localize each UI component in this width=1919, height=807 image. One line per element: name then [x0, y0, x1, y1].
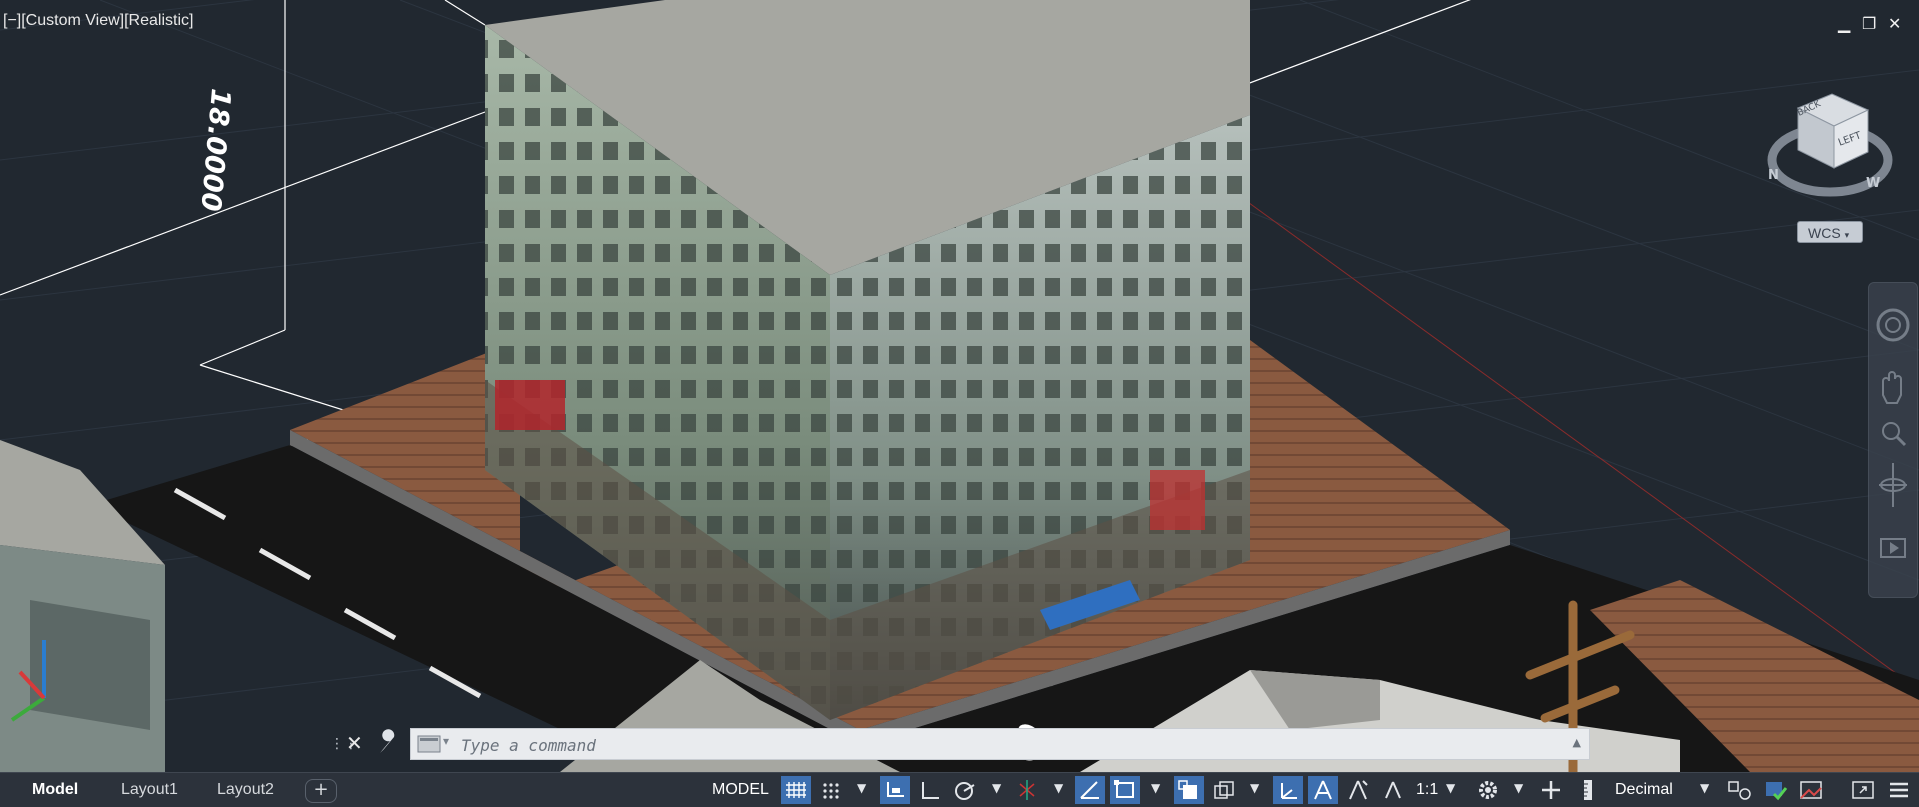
full-navigation-wheel-icon [1876, 308, 1910, 342]
object-snap-icon [1114, 780, 1134, 798]
chevron-up-icon[interactable]: ▲ [1573, 736, 1581, 749]
ruler-icon [1584, 780, 1592, 800]
annotation-scale-icon [1314, 780, 1332, 800]
infer-constraints-button[interactable] [880, 776, 910, 804]
wcs-label: WCS [1808, 225, 1841, 241]
grip-handle[interactable]: ⋮⋮ [330, 733, 358, 755]
chevron-down-icon[interactable]: ▼ [1514, 781, 1523, 795]
wrench-icon[interactable] [374, 729, 400, 757]
workspace-button[interactable] [1473, 776, 1503, 804]
command-line[interactable]: ⋮⋮ ✕ ▾ ▲ [326, 725, 1591, 763]
auto-scale-button[interactable] [1343, 776, 1373, 804]
clean-screen-button[interactable] [1848, 776, 1878, 804]
close-icon[interactable]: ✕ [1888, 14, 1901, 33]
plus-icon [1542, 781, 1560, 799]
annotation-visibility-button[interactable] [1308, 776, 1338, 804]
compass-w[interactable]: W [1866, 176, 1880, 191]
quick-properties-icon [1728, 781, 1751, 800]
angle-icon [1080, 781, 1099, 799]
fullscreen-icon [1852, 781, 1874, 799]
navigation-bar[interactable] [1868, 282, 1918, 598]
grid-icon [786, 782, 806, 798]
polar-tracking-icon [955, 782, 975, 800]
hamburger-icon [1890, 782, 1908, 798]
object-snap-button[interactable] [1110, 776, 1140, 804]
chevron-down-icon[interactable]: ▼ [1054, 781, 1063, 795]
transparency-button[interactable] [1209, 776, 1239, 804]
selection-cycling-button[interactable] [1273, 776, 1303, 804]
hardware-acceleration-icon [1800, 781, 1822, 799]
wcs-menu[interactable]: WCS ▾ [1797, 221, 1863, 243]
infer-constraints-icon [887, 782, 904, 797]
chevron-down-icon[interactable]: ▾ [443, 734, 449, 748]
snap-button[interactable] [816, 776, 846, 804]
minimize-icon[interactable]: ▁ [1838, 14, 1850, 33]
isolate-objects-icon [1766, 782, 1788, 801]
command-input[interactable] [459, 731, 1543, 759]
object-snap-tracking-button[interactable] [1075, 776, 1105, 804]
tab-model[interactable]: Model [22, 779, 88, 801]
chevron-down-icon[interactable]: ▼ [1700, 781, 1709, 795]
orbit-icon [1879, 463, 1907, 507]
quick-properties-button[interactable] [1724, 776, 1754, 804]
tab-layout2[interactable]: Layout2 [207, 779, 284, 801]
tab-layout1[interactable]: Layout1 [111, 779, 188, 801]
restore-icon[interactable]: ❐ [1862, 14, 1876, 33]
show-lineweight-button[interactable] [1174, 776, 1204, 804]
polar-button[interactable] [950, 776, 980, 804]
viewport-label[interactable]: [−][Custom View][Realistic] [3, 12, 193, 30]
add-layout-button[interactable]: + [305, 779, 337, 803]
chevron-down-icon[interactable]: ▼ [1250, 781, 1259, 795]
chevron-down-icon: ▾ [1844, 230, 1850, 240]
chevron-down-icon[interactable]: ▼ [1446, 781, 1455, 795]
command-history-icon[interactable] [417, 735, 441, 753]
ortho-button[interactable] [915, 776, 945, 804]
add-button[interactable] [1536, 776, 1566, 804]
units-value[interactable]: Decimal [1615, 778, 1673, 802]
status-bar: Model Layout1 Layout2 + MODEL ▼ ▼ ▼ ▼ ▼ [0, 772, 1919, 807]
annotation-scale-value[interactable]: 1:1 [1416, 778, 1438, 802]
model-viewport[interactable]: [−][Custom View][Realistic] ▁ ❐ ✕ 18.000… [0, 0, 1919, 772]
command-input-box[interactable]: ▾ ▲ [410, 728, 1590, 760]
compass-n[interactable]: N [1768, 168, 1779, 183]
lineweight-icon [1178, 780, 1197, 799]
close-command-icon[interactable]: ✕ [346, 731, 363, 755]
annotation-icon [1385, 781, 1401, 799]
coordinate-icon [1281, 783, 1297, 799]
isodraft-icon [1019, 780, 1035, 800]
customization-menu-button[interactable] [1884, 776, 1914, 804]
pan-hand-icon [1882, 371, 1902, 404]
zoom-icon [1882, 422, 1900, 440]
chevron-down-icon[interactable]: ▼ [1151, 781, 1160, 795]
transparency-icon [1214, 781, 1234, 799]
chevron-down-icon[interactable]: ▼ [857, 781, 866, 795]
snap-dots-icon [823, 783, 839, 799]
units-button[interactable] [1578, 776, 1598, 804]
auto-scale-icon [1349, 780, 1368, 800]
scene-canvas[interactable] [0, 0, 1919, 772]
chevron-down-icon[interactable]: ▼ [992, 781, 1001, 795]
hardware-acceleration-button[interactable] [1796, 776, 1826, 804]
grid-button[interactable] [781, 776, 811, 804]
ortho-icon [922, 782, 939, 799]
isolate-objects-button[interactable] [1760, 776, 1790, 804]
isodraft-button[interactable] [1012, 776, 1042, 804]
annotation-scale-icon-button[interactable] [1378, 776, 1408, 804]
model-space-button[interactable]: MODEL [706, 778, 775, 802]
gear-icon [1479, 781, 1497, 799]
